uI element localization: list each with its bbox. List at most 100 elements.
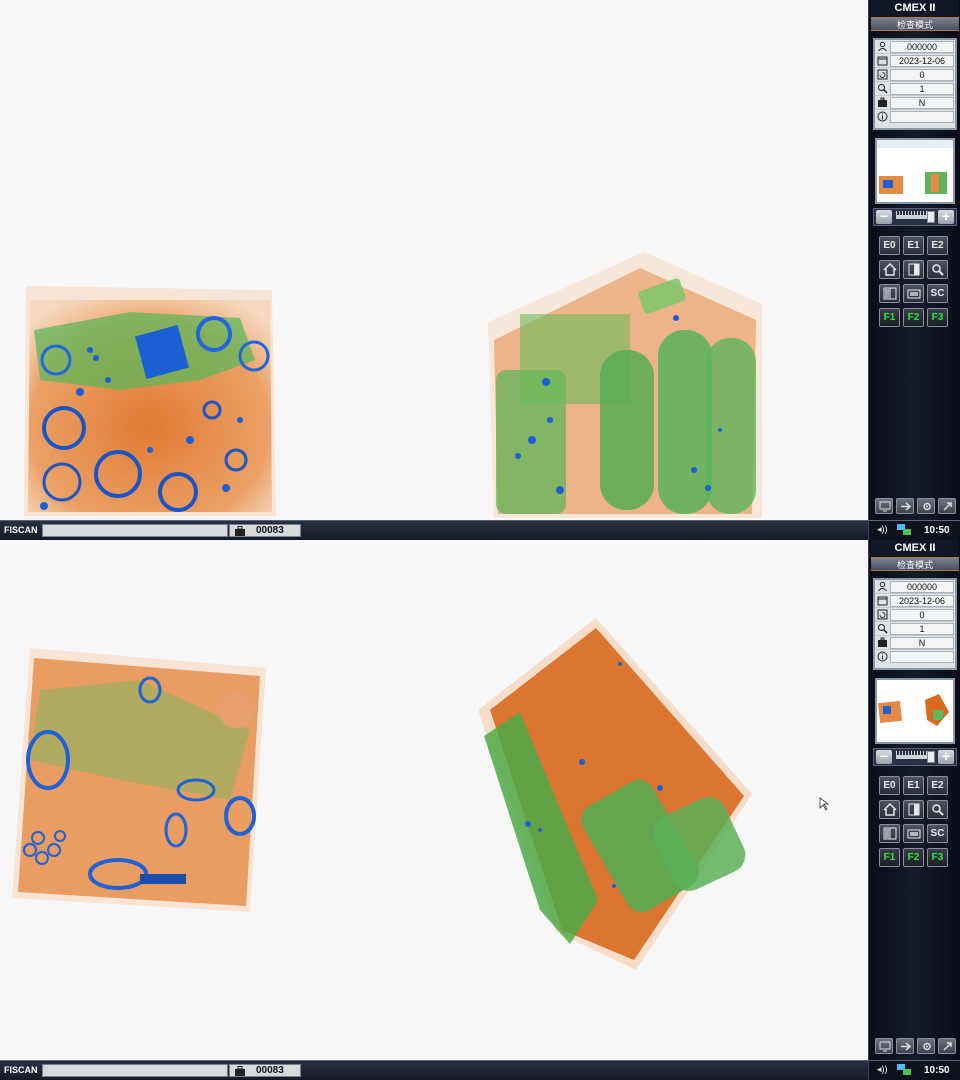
sc-button[interactable]: SC [927,824,948,843]
magnifier-icon [932,264,944,276]
info-row-rotate: 0 [875,68,955,82]
suitcase-icon [878,97,887,107]
user-icon [878,41,887,52]
rotate-count-field: 0 [890,609,954,621]
bag-right [478,618,752,970]
magnifier-icon [878,84,888,94]
material-icon [907,829,921,839]
f1-button[interactable]: F1 [879,308,900,327]
send-button[interactable] [896,498,914,514]
xray-image-view[interactable] [0,540,868,1060]
magnifier-icon [932,804,944,816]
date-field: 2023-12-06 [890,595,954,607]
material-button[interactable] [903,284,924,303]
info-row-operator: 000000 [875,580,955,594]
info-row-suspect: N [875,636,955,650]
sc-button[interactable]: SC [927,284,948,303]
speaker-icon[interactable]: ◂)) [877,1064,888,1075]
home-button[interactable] [879,260,900,279]
zoom-out-button[interactable]: − [876,209,892,224]
xray-image-view[interactable] [0,0,868,520]
magnify-button[interactable] [927,260,948,279]
e1-button[interactable]: E1 [903,236,924,255]
settings-button[interactable] [917,1038,935,1054]
exit-button[interactable] [938,498,956,514]
zoom-in-button[interactable]: + [938,749,954,764]
monitor-button[interactable] [875,498,893,514]
split-view-icon [883,287,897,300]
bag-count-value: 00083 [256,1065,284,1076]
e2-button[interactable]: E2 [927,776,948,795]
calendar-icon [877,56,888,66]
inspection-screen-bottom: CMEX II 检查模式 000000 2023-12-06 0 1 N − +… [0,540,960,1080]
xray-scan-image [24,252,762,518]
zoom-out-button[interactable]: − [876,749,892,764]
thumbnail-preview[interactable] [875,138,955,204]
monitor-button[interactable] [875,1038,893,1054]
zoom-slider-bar: − + [873,208,957,226]
split-view-button[interactable] [879,824,900,843]
f2-button[interactable]: F2 [903,848,924,867]
info-icon [877,111,888,122]
e0-button[interactable]: E0 [879,776,900,795]
network-icon[interactable] [896,523,912,537]
operator-id-field: 000000 [890,581,954,593]
system-tray: ◂)) 10:50 [868,520,960,540]
f3-button[interactable]: F3 [927,848,948,867]
f3-button[interactable]: F3 [927,308,948,327]
mode-label: 检查模式 [871,17,959,31]
zoom-level-field: 1 [890,83,954,95]
split-view-button[interactable] [879,284,900,303]
clock: 10:50 [924,525,950,536]
suspect-flag-field: N [890,97,954,109]
bottom-toolbar [873,498,959,516]
thumbnail-preview[interactable] [875,678,955,744]
info-panel: 000000 2023-12-06 0 1 N [873,38,957,130]
zoom-in-button[interactable]: + [938,209,954,224]
bag-count-value: 00083 [256,525,284,536]
thumbnail-image [878,694,949,726]
magnify-button[interactable] [927,800,948,819]
date-field: 2023-12-06 [890,55,954,67]
bag-icon [235,526,245,536]
bag-right [488,252,762,518]
material-button[interactable] [903,824,924,843]
function-button-grid: E0 E1 E2 SC F1 F2 F3 [875,772,955,872]
info-row-zoom: 1 [875,622,955,636]
thumbnail-image [877,140,953,194]
xray-scan-image [12,618,830,970]
f2-button[interactable]: F2 [903,308,924,327]
bag-counter: 00083 [229,1064,301,1077]
contrast-button[interactable] [903,800,924,819]
contrast-button[interactable] [903,260,924,279]
monitor-icon [879,501,891,512]
info-icon [877,651,888,662]
e0-button[interactable]: E0 [879,236,900,255]
clock: 10:50 [924,1065,950,1076]
zoom-slider-handle[interactable] [927,751,935,763]
control-panel: CMEX II 检查模式 000000 2023-12-06 0 1 N − +… [868,0,960,520]
exit-button[interactable] [938,1038,956,1054]
f1-button[interactable]: F1 [879,848,900,867]
send-button[interactable] [896,1038,914,1054]
network-icon[interactable] [896,1063,912,1077]
home-button[interactable] [879,800,900,819]
info-row-note [875,110,955,124]
bag-left [24,286,276,516]
home-icon [883,803,897,816]
e1-button[interactable]: E1 [903,776,924,795]
contrast-icon [908,803,920,816]
control-panel: CMEX II 检查模式 000000 2023-12-06 0 1 N − +… [868,540,960,1060]
calendar-icon [877,596,888,606]
gear-icon [923,502,931,511]
e2-button[interactable]: E2 [927,236,948,255]
mode-label: 检查模式 [871,557,959,571]
settings-button[interactable] [917,498,935,514]
rotate-count-field: 0 [890,69,954,81]
zoom-slider-handle[interactable] [927,211,935,223]
info-row-operator: 000000 [875,40,955,54]
arrow-icon [901,502,912,511]
contrast-icon [908,263,920,276]
inspection-screen-top: CMEX II 检查模式 000000 2023-12-06 0 1 N − +… [0,0,960,540]
speaker-icon[interactable]: ◂)) [877,524,888,535]
